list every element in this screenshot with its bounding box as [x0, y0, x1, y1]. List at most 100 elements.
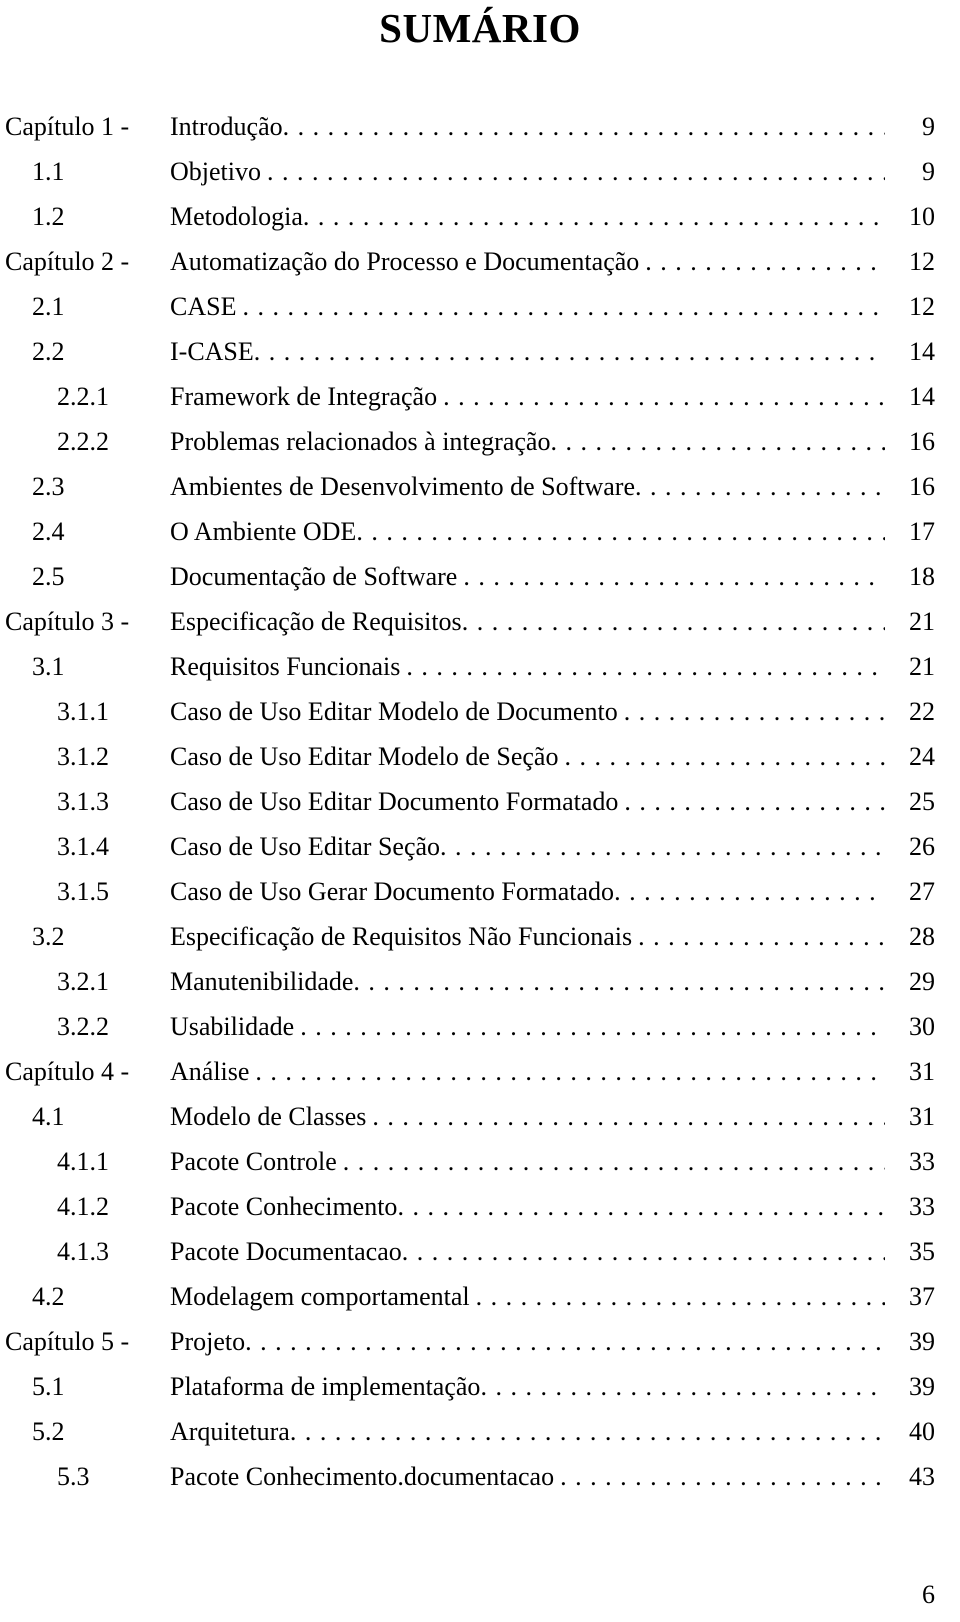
page-title: SUMÁRIO	[379, 5, 581, 51]
toc-entry-number: 2.4	[32, 517, 65, 546]
toc-entry-number: 3.1.5	[57, 877, 109, 906]
toc-leader-dots: . . . . . . . . . . . . . . . . . . . . …	[342, 1147, 885, 1176]
toc-entry-number: Capítulo 1 -	[5, 112, 130, 141]
toc-entry[interactable]: 3.2.2 Usabilidade. . . . . . . . . . . . …	[0, 1004, 960, 1049]
toc-leader-dots: . . . . . . . . . . . . . . . . . . . . …	[560, 1462, 885, 1491]
toc-entry-number: 2.1	[32, 292, 65, 321]
toc-entry-page-number: 29	[909, 967, 935, 996]
toc-entry-page-number: 37	[909, 1282, 935, 1311]
toc-entry[interactable]: 4.1.3 Pacote Documentacao. . . . . . . . …	[0, 1229, 960, 1274]
toc-entry-title: Modelo de Classes	[170, 1102, 367, 1131]
toc-entry[interactable]: 2.1 CASE. . . . . . . . . . . . . . . . .…	[0, 284, 960, 329]
toc-entry-page-number: 16	[909, 427, 935, 456]
toc-entry-title: Pacote Controle	[170, 1147, 337, 1176]
toc-entry-title: Requisitos Funcionais	[170, 652, 401, 681]
toc-entry-page-number: 12	[909, 247, 935, 276]
toc-entry[interactable]: 1.1 Objetivo. . . . . . . . . . . . . . .…	[0, 149, 960, 194]
toc-entry-title: Caso de Uso Editar Seção	[170, 832, 441, 861]
toc-leader-dots: . . . . . . . . . . . . . . . . . . . . …	[302, 202, 885, 231]
toc-entry[interactable]: 5.3 Pacote Conhecimento.documentacao. . .…	[0, 1454, 960, 1499]
toc-entry[interactable]: 4.2 Modelagem comportamental. . . . . . .…	[0, 1274, 960, 1319]
toc-entry-number: 2.3	[32, 472, 65, 501]
toc-entry-page-number: 9	[922, 112, 935, 141]
toc-entry[interactable]: 2.2.2 Problemas relacionados à integração…	[0, 419, 960, 464]
toc-entry[interactable]: 3.1.4 Caso de Uso Editar Seção. . . . . .…	[0, 824, 960, 869]
toc-leader-dots: . . . . . . . . . . . . . . . . . . . . …	[461, 607, 885, 636]
toc-entry-page-number: 27	[909, 877, 935, 906]
toc-entry-number: 2.2	[32, 337, 65, 366]
toc-entry-number: 3.2.2	[57, 1012, 109, 1041]
toc-leader-dots: . . . . . . . . . . . . . . . . . . . . …	[356, 517, 885, 546]
toc-entry-title: Modelagem comportamental	[170, 1282, 470, 1311]
toc-entry[interactable]: Capítulo 5 - Projeto. . . . . . . . . . .…	[0, 1319, 960, 1364]
toc-entry[interactable]: 3.1.1 Caso de Uso Editar Modelo de Docume…	[0, 689, 960, 734]
toc-entry-page-number: 31	[909, 1057, 935, 1086]
toc-entry-page-number: 9	[922, 157, 935, 186]
toc-entry-title: Introdução	[170, 112, 283, 141]
toc-leader-dots: . . . . . . . . . . . . . . . . . . . . …	[440, 832, 885, 861]
footer-page-number: 6	[922, 1580, 935, 1609]
toc-entry-number: 4.1.3	[57, 1237, 109, 1266]
toc-entry[interactable]: 4.1.2 Pacote Conhecimento. . . . . . . . …	[0, 1184, 960, 1229]
toc-entry-page-number: 25	[909, 787, 935, 816]
toc-entry[interactable]: 3.1 Requisitos Funcionais. . . . . . . . …	[0, 644, 960, 689]
toc-entry-number: 5.2	[32, 1417, 65, 1446]
toc-entry-title: Especificação de Requisitos	[170, 607, 462, 636]
toc-entry-number: Capítulo 4 -	[5, 1057, 130, 1086]
toc-leader-dots: . . . . . . . . . . . . . . . . . . . . …	[242, 292, 885, 321]
toc-entry-page-number: 26	[909, 832, 935, 861]
toc-entry[interactable]: 3.1.5 Caso de Uso Gerar Documento Formata…	[0, 869, 960, 914]
toc-entry-title: Caso de Uso Editar Documento Formatado	[170, 787, 619, 816]
toc-entry[interactable]: Capítulo 1 - Introdução. . . . . . . . . …	[0, 104, 960, 149]
toc-entry-title: Documentação de Software	[170, 562, 458, 591]
toc-entry-title: I-CASE	[170, 337, 254, 366]
toc-entry-page-number: 39	[909, 1372, 935, 1401]
toc-entry-number: 3.1.4	[57, 832, 109, 861]
table-of-contents: Capítulo 1 - Introdução . . . . . . . . . …	[0, 104, 960, 1499]
toc-entry[interactable]: 3.2 Especificação de Requisitos Não Funci…	[0, 914, 960, 959]
document-page: SUMÁRIO Capítulo 1 - Introdução . . . . . …	[0, 0, 960, 1622]
toc-leader-dots: . . . . . . . . . . . . . . . . . . . . …	[550, 427, 885, 456]
toc-entry[interactable]: 4.1 Modelo de Classes. . . . . . . . . . …	[0, 1094, 960, 1139]
toc-entry-page-number: 39	[909, 1327, 935, 1356]
toc-entry[interactable]: 3.2.1 Manutenibilidade. . . . . . . . . .…	[0, 959, 960, 1004]
toc-entry[interactable]: 2.3 Ambientes de Desenvolvimento de Softw…	[0, 464, 960, 509]
toc-entry[interactable]: 3.1.3 Caso de Uso Editar Documento Format…	[0, 779, 960, 824]
toc-entry-title: Framework de Integração	[170, 382, 438, 411]
toc-leader-dots: . . . . . . . . . . . . . . . . . . . . …	[406, 652, 885, 681]
toc-entry[interactable]: 2.2.1 Framework de Integração. . . . . . …	[0, 374, 960, 419]
toc-entry-page-number: 43	[909, 1462, 935, 1491]
toc-entry-title: Metodologia	[170, 202, 303, 231]
toc-entry[interactable]: Capítulo 3 - Especificação de Requisitos.…	[0, 599, 960, 644]
toc-entry[interactable]: 2.5 Documentação de Software. . . . . . .…	[0, 554, 960, 599]
toc-entry[interactable]: Capítulo 2 - Automatização do Processo e …	[0, 239, 960, 284]
toc-entry-number: Capítulo 2 -	[5, 247, 130, 276]
toc-leader-dots: . . . . . . . . . . . . . . . . . . . . …	[443, 382, 885, 411]
toc-entry-number: 5.3	[57, 1462, 90, 1491]
toc-entry[interactable]: 2.4 O Ambiente ODE. . . . . . . . . . . .…	[0, 509, 960, 554]
toc-entry-title: Problemas relacionados à integração	[170, 427, 551, 456]
toc-entry-page-number: 14	[909, 382, 935, 411]
toc-entry[interactable]: 2.2 I-CASE. . . . . . . . . . . . . . . .…	[0, 329, 960, 374]
toc-entry-page-number: 14	[909, 337, 935, 366]
toc-leader-dots: . . . . . . . . . . . . . . . . . . . . …	[267, 157, 885, 186]
toc-entry-number: 3.1.1	[57, 697, 109, 726]
toc-entry[interactable]: 5.1 Plataforma de implementação. . . . . …	[0, 1364, 960, 1409]
toc-entry-number: 4.1	[32, 1102, 65, 1131]
toc-entry-title: Caso de Uso Editar Modelo de Seção	[170, 742, 559, 771]
toc-leader-dots: . . . . . . . . . . . . . . . . . . . . …	[463, 562, 885, 591]
toc-entry[interactable]: 4.1.1 Pacote Controle. . . . . . . . . . …	[0, 1139, 960, 1184]
toc-entry-page-number: 33	[909, 1192, 935, 1221]
toc-entry[interactable]: 5.2 Arquitetura. . . . . . . . . . . . . …	[0, 1409, 960, 1454]
toc-entry[interactable]: 1.2 Metodologia. . . . . . . . . . . . . …	[0, 194, 960, 239]
toc-entry-number: 2.5	[32, 562, 65, 591]
toc-entry-page-number: 28	[909, 922, 935, 951]
toc-entry-title: Plataforma de implementação	[170, 1372, 481, 1401]
toc-leader-dots: . . . . . . . . . . . . . . . . . . . . …	[397, 1192, 885, 1221]
toc-entry[interactable]: 3.1.2 Caso de Uso Editar Modelo de Seção.…	[0, 734, 960, 779]
toc-entry-page-number: 22	[909, 697, 935, 726]
toc-entry-number: 3.1.2	[57, 742, 109, 771]
toc-entry-number: 3.1.3	[57, 787, 109, 816]
toc-leader-dots: . . . . . . . . . . . . . . . . . . . . …	[289, 1417, 885, 1446]
toc-entry[interactable]: Capítulo 4 - Análise. . . . . . . . . . .…	[0, 1049, 960, 1094]
